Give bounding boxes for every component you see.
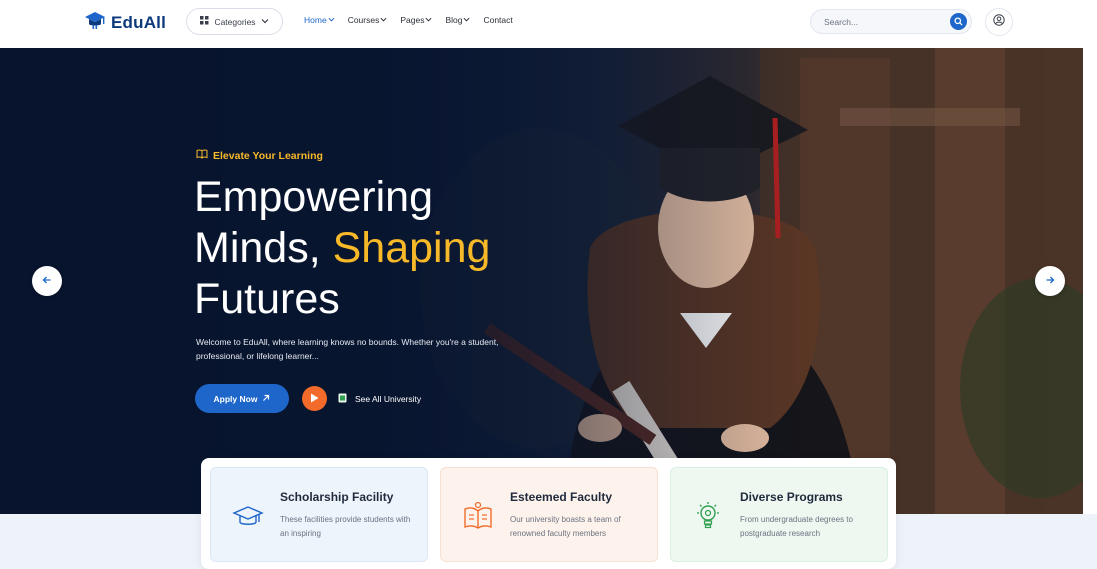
university-icon (338, 393, 347, 405)
search-icon (954, 13, 963, 31)
headline-line-3: Futures (194, 275, 340, 323)
nav-item-label: Contact (483, 15, 513, 25)
hero-slider: Elevate Your Learning Empowering Minds, … (0, 48, 1083, 514)
logo-text: EduAll (111, 12, 167, 32)
slider-prev-button[interactable] (32, 266, 62, 296)
headline-line-1: Empowering (194, 173, 433, 221)
arrow-right-icon (1045, 272, 1055, 290)
idea-bulb-icon (692, 500, 724, 532)
feature-card-faculty[interactable]: Esteemed Faculty Our university boasts a… (440, 467, 658, 562)
nav-item-pages[interactable]: Pages (400, 15, 432, 25)
chevron-down-icon (425, 15, 432, 25)
nav-item-label: Blog (445, 15, 463, 25)
nav-item-label: Home (304, 15, 327, 25)
headline-accent: Shaping (332, 224, 491, 272)
nav-item-label: Pages (400, 15, 425, 25)
headline-plain: Minds, (194, 224, 333, 272)
chevron-down-icon (380, 15, 387, 25)
feature-title: Scholarship Facility (280, 490, 394, 504)
categories-dropdown[interactable]: Categories (186, 8, 283, 35)
see-all-university-link[interactable]: See All University (338, 393, 421, 405)
hero-headline: Empowering Minds, Shaping Futures (194, 172, 614, 325)
hero-tagline: Elevate Your Learning (196, 149, 323, 162)
feature-title: Esteemed Faculty (510, 490, 613, 504)
user-account-button[interactable] (985, 8, 1013, 36)
features-panel: Scholarship Facility These facilities pr… (201, 458, 896, 569)
feature-title: Diverse Programs (740, 490, 843, 504)
main-nav: Home Courses Pages Blog Contact (304, 15, 513, 25)
see-all-label: See All University (355, 394, 422, 404)
nav-item-contact[interactable]: Contact (483, 15, 512, 25)
feature-card-programs[interactable]: Diverse Programs From undergraduate degr… (670, 467, 888, 562)
nav-item-home[interactable]: Home (304, 15, 335, 25)
arrow-up-right-icon (262, 394, 270, 404)
nav-item-label: Courses (347, 15, 380, 25)
play-icon (310, 390, 319, 408)
categories-label: Categories (214, 16, 256, 27)
nav-item-blog[interactable]: Blog (445, 15, 470, 25)
feature-description: Our university boasts a team of renowned… (510, 515, 621, 538)
faculty-book-icon (462, 500, 494, 532)
headline-line-2: Minds, Shaping (194, 223, 614, 274)
open-book-icon (196, 149, 208, 162)
slider-next-button[interactable] (1035, 266, 1065, 296)
chevron-down-icon (463, 15, 470, 25)
graduation-cap-logo-icon (84, 9, 106, 36)
tagline-text: Elevate Your Learning (213, 149, 323, 162)
hero-description: Welcome to EduAll, where learning knows … (196, 337, 499, 361)
chevron-down-icon (328, 15, 335, 25)
search-input[interactable]: Search... (824, 17, 858, 27)
play-video-button[interactable] (302, 386, 327, 411)
arrow-left-icon (42, 272, 52, 290)
logo[interactable]: EduAll (84, 9, 166, 36)
feature-description: From undergraduate degrees to postgradua… (740, 515, 853, 538)
apply-now-button[interactable]: Apply Now (195, 384, 289, 413)
apply-now-label: Apply Now (213, 393, 258, 404)
grid-icon (200, 16, 209, 27)
user-icon (993, 13, 1005, 31)
feature-card-scholarship[interactable]: Scholarship Facility These facilities pr… (210, 467, 428, 562)
search-box[interactable]: Search... (810, 9, 972, 34)
site-header: EduAll Categories Home Courses Pages Blo… (0, 0, 1097, 48)
search-button[interactable] (950, 13, 967, 30)
graduation-cap-icon (232, 500, 264, 532)
feature-description: These facilities provide students with a… (280, 515, 411, 538)
chevron-down-icon (261, 17, 269, 27)
nav-item-courses[interactable]: Courses (348, 15, 388, 25)
